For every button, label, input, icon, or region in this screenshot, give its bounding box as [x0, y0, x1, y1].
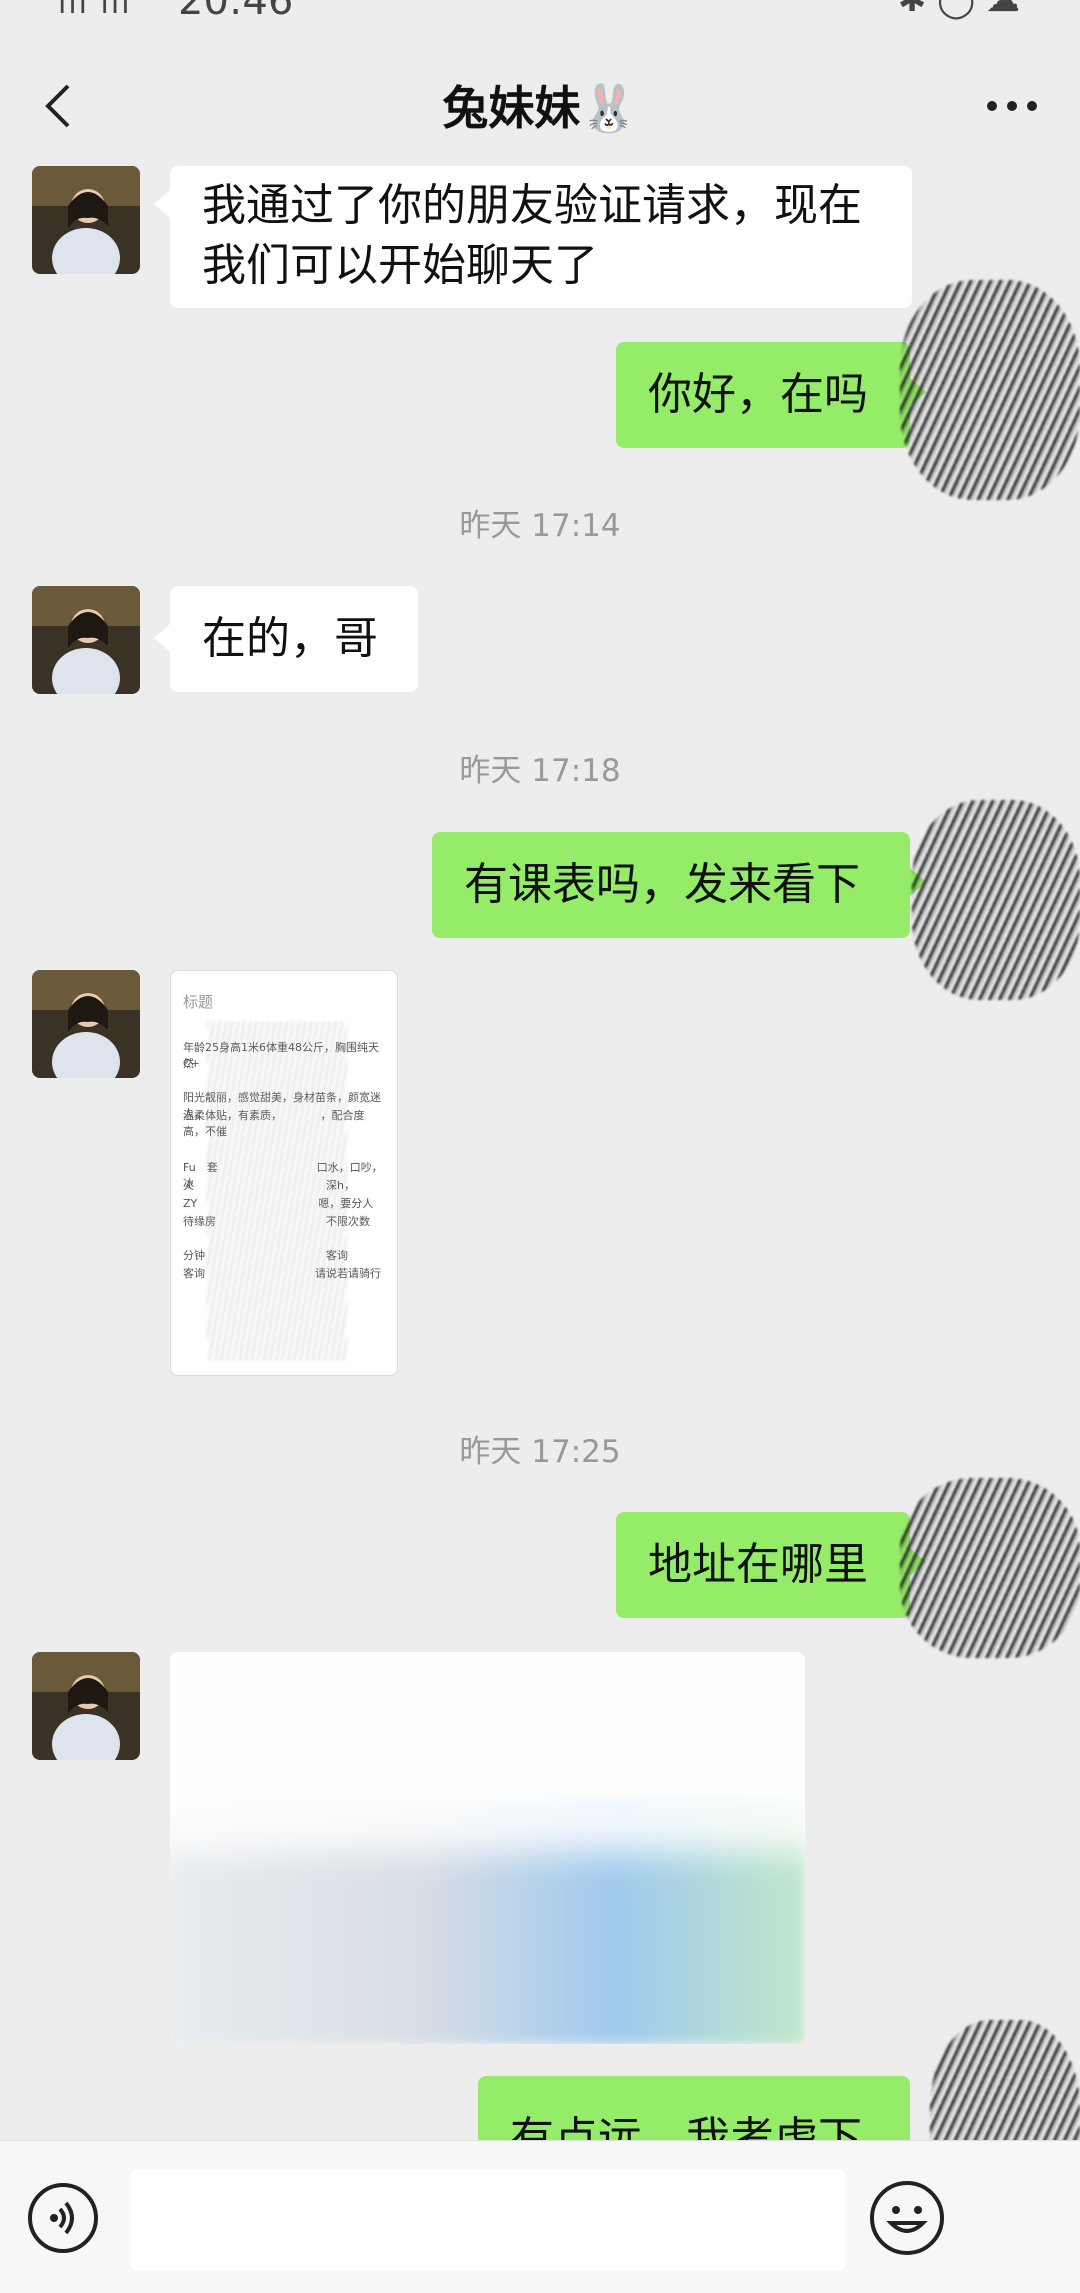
message-text: 我们可以开始聊天了 [202, 240, 598, 291]
document-title: 标题 [183, 993, 214, 1011]
avatar[interactable] [32, 586, 140, 694]
voice-icon [50, 2201, 74, 2235]
redaction-blur [207, 1021, 347, 1361]
message-bubble-incoming[interactable]: 在的，哥 [170, 586, 418, 692]
avatar-photo-icon [32, 166, 140, 274]
status-time: 20:46 [178, 0, 293, 22]
message-bubble-outgoing[interactable]: 地址在哪里 [616, 1512, 910, 1618]
bubble-tail [154, 190, 170, 218]
redaction-scribble [900, 1478, 1080, 1658]
input-toolbar [0, 2140, 1080, 2293]
avatar-photo-icon [32, 586, 140, 694]
message-text: 你好，在吗 [648, 369, 868, 420]
message-bubble-outgoing[interactable]: 有课表吗，发来看下 [432, 832, 910, 938]
avatar-photo-icon [32, 1652, 140, 1760]
redaction-blur [170, 1652, 805, 1852]
signal-icon: ııı ııı [58, 0, 132, 21]
image-message-map[interactable] [170, 1652, 805, 2044]
status-icons: ✱ ◯ ☁ [897, 0, 1020, 20]
more-button[interactable] [982, 76, 1042, 136]
avatar[interactable] [32, 1652, 140, 1760]
timestamp: 昨天 17:18 [459, 753, 621, 789]
voice-button[interactable] [28, 2183, 98, 2253]
redaction-scribble [912, 800, 1080, 1000]
chat-header: 兔妹妹🐰 [0, 40, 1080, 170]
avatar[interactable] [32, 970, 140, 1078]
message-text: 地址在哪里 [648, 1539, 868, 1590]
timestamp: 昨天 17:25 [459, 1434, 621, 1470]
avatar[interactable] [32, 166, 140, 274]
message-bubble-incoming[interactable]: 我通过了你的朋友验证请求，现在 我们可以开始聊天了 [170, 166, 912, 308]
timestamp: 昨天 17:14 [459, 508, 621, 544]
message-text: 我通过了你的朋友验证请求，现在 [202, 180, 862, 231]
emoji-button[interactable] [870, 2181, 944, 2255]
message-input[interactable] [130, 2169, 846, 2271]
more-icon [987, 101, 1037, 111]
avatar-photo-icon [32, 970, 140, 1078]
redaction-scribble [900, 280, 1080, 500]
image-message-document[interactable]: 标题 年龄25身高1米6体重48公斤，胸围纯天然 C+ 阳光靓丽，感觉甜美，身材… [170, 970, 398, 1376]
message-bubble-outgoing[interactable]: 你好，在吗 [616, 342, 910, 448]
chat-title: 兔妹妹🐰 [442, 81, 638, 135]
status-bar: ııı ııı 20:46 ✱ ◯ ☁ [0, 0, 1080, 22]
bubble-tail [154, 624, 170, 652]
message-text: 在的，哥 [202, 613, 378, 664]
emoji-icon [886, 2206, 928, 2233]
message-text: 有课表吗，发来看下 [464, 859, 860, 910]
